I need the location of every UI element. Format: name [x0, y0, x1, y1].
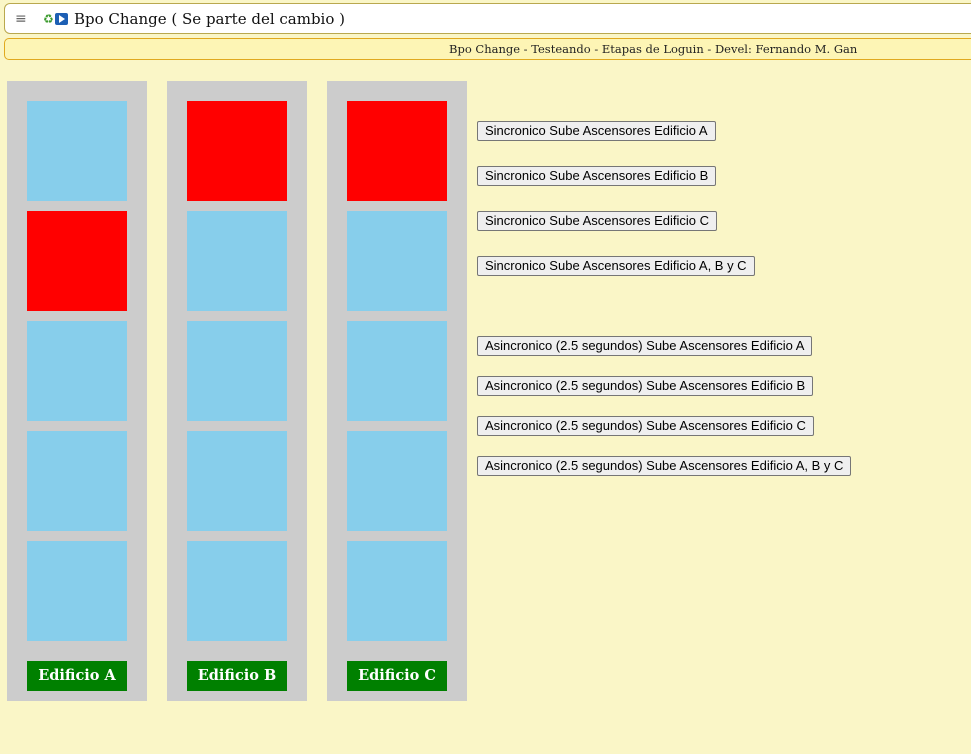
building-c-floor-4	[347, 211, 447, 311]
app-title: Bpo Change ( Se parte del cambio )	[74, 10, 346, 28]
app-logo: ♻	[43, 11, 69, 26]
sync-up-building-a-button[interactable]: Sincronico Sube Ascensores Edificio A	[477, 121, 716, 141]
building-a-floor-2	[27, 431, 127, 531]
play-arrow-icon	[54, 12, 68, 25]
building-a: Edificio A	[7, 81, 147, 701]
building-b: Edificio B	[167, 81, 307, 701]
async-up-building-abc-button[interactable]: Asincronico (2.5 segundos) Sube Ascensor…	[477, 456, 852, 476]
building-b-floor-1	[187, 541, 287, 641]
sync-up-building-c-button[interactable]: Sincronico Sube Ascensores Edificio C	[477, 211, 718, 231]
building-b-label: Edificio B	[187, 661, 287, 691]
building-c-floor-3	[347, 321, 447, 421]
async-up-building-c-button[interactable]: Asincronico (2.5 segundos) Sube Ascensor…	[477, 416, 814, 436]
building-a-floor-1	[27, 541, 127, 641]
building-a-floor-5	[27, 101, 127, 201]
building-c-label: Edificio C	[347, 661, 447, 691]
sync-up-building-b-button[interactable]: Sincronico Sube Ascensores Edificio B	[477, 166, 717, 186]
recycle-icon: ♻	[43, 11, 54, 26]
building-c-floor-5	[347, 101, 447, 201]
building-c: Edificio C	[327, 81, 467, 701]
building-b-floor-2	[187, 431, 287, 531]
building-b-floor-3	[187, 321, 287, 421]
app-header: ≡ ♻ Bpo Change ( Se parte del cambio )	[4, 3, 971, 34]
building-c-floor-2	[347, 431, 447, 531]
async-up-building-b-button[interactable]: Asincronico (2.5 segundos) Sube Ascensor…	[477, 376, 814, 396]
sync-up-building-abc-button[interactable]: Sincronico Sube Ascensores Edificio A, B…	[477, 256, 755, 276]
building-c-floor-1	[347, 541, 447, 641]
status-banner-text: Bpo Change - Testeando - Etapas de Logui…	[449, 42, 858, 56]
building-b-floor-5	[187, 101, 287, 201]
building-b-floor-4	[187, 211, 287, 311]
async-up-building-a-button[interactable]: Asincronico (2.5 segundos) Sube Ascensor…	[477, 336, 813, 356]
building-a-floor-4	[27, 211, 127, 311]
status-banner: Bpo Change - Testeando - Etapas de Logui…	[4, 38, 971, 60]
building-a-label: Edificio A	[27, 661, 127, 691]
hamburger-menu-icon[interactable]: ≡	[15, 11, 27, 27]
building-a-floor-3	[27, 321, 127, 421]
